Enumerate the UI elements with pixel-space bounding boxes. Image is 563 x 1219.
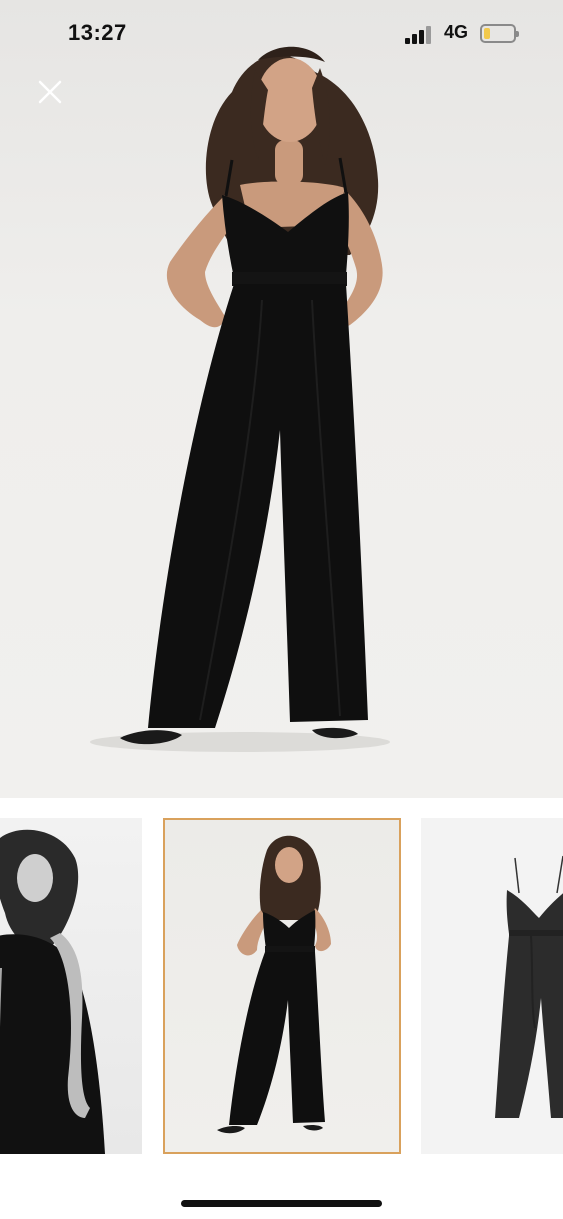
thumbnail-image <box>217 835 331 1134</box>
signal-bars-icon <box>405 26 435 44</box>
thumbnail-1[interactable] <box>0 818 142 1154</box>
home-indicator[interactable] <box>181 1200 382 1207</box>
thumbnail-3[interactable] <box>421 818 563 1154</box>
status-bar: 13:27 4G <box>0 0 563 68</box>
close-button[interactable] <box>30 72 70 112</box>
main-product-image[interactable] <box>0 0 563 798</box>
model-illustration <box>90 46 390 752</box>
network-type: 4G <box>444 22 469 42</box>
status-time: 13:27 <box>68 20 127 45</box>
close-icon <box>38 80 62 104</box>
product-image-viewer: 13:27 4G <box>0 0 563 1219</box>
battery-level <box>484 28 490 39</box>
battery-icon <box>480 24 519 43</box>
thumbnail-strip[interactable] <box>0 798 563 1178</box>
thumbnail-2-selected[interactable] <box>163 818 401 1154</box>
thumbnail-image <box>0 829 105 1154</box>
thumbnail-image <box>495 855 563 1118</box>
